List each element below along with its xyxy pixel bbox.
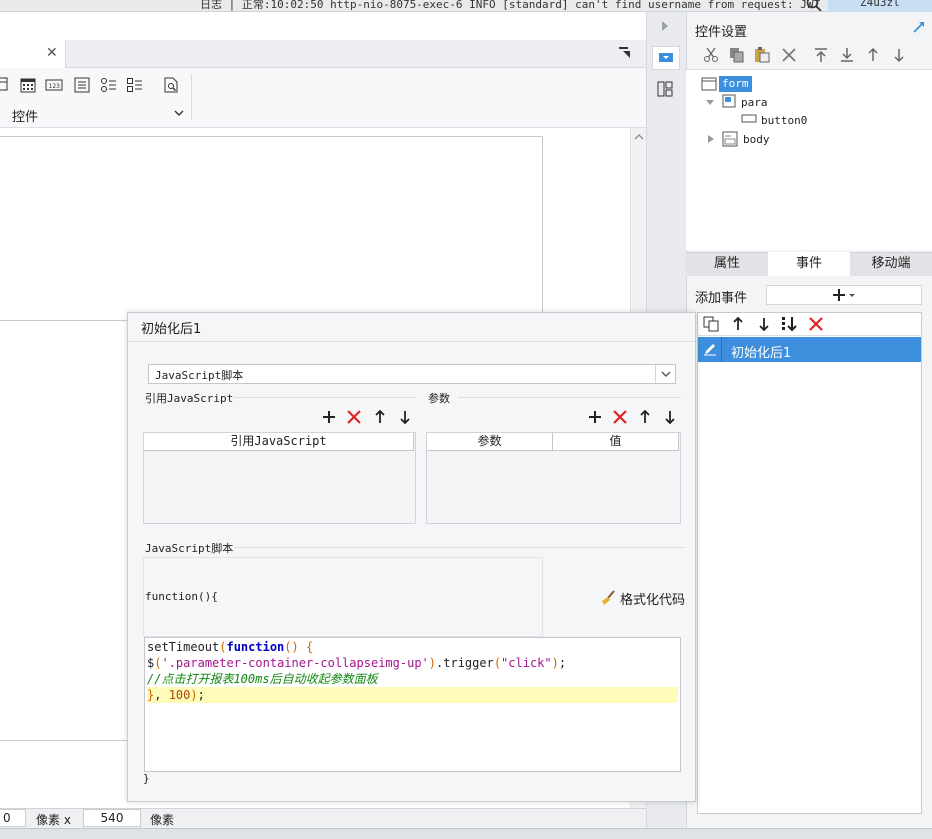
checkbox-group-icon[interactable]: [126, 76, 144, 94]
code-line-current: }, 100);: [147, 687, 678, 703]
ref-js-section-label: 引用JavaScript: [145, 392, 234, 405]
script-type-select[interactable]: JavaScript脚本: [148, 364, 676, 384]
broom-icon: [600, 590, 616, 606]
tree-node-button0[interactable]: button0: [761, 114, 807, 127]
params-table[interactable]: 参数 值: [426, 432, 681, 524]
code-editor[interactable]: setTimeout(function() { $('.parameter-co…: [144, 637, 681, 772]
cut-icon[interactable]: [703, 47, 719, 63]
param-up-icon[interactable]: [638, 410, 652, 424]
widget-settings-toggle[interactable]: [652, 46, 680, 70]
editor-tab-strip: [0, 40, 646, 68]
section-line: [458, 397, 681, 398]
move-bottom-icon[interactable]: [839, 47, 855, 63]
format-code-button[interactable]: 格式化代码: [600, 589, 685, 608]
param-name-column-header: 参数: [427, 433, 553, 451]
user-name: Z4u3zl: [860, 0, 900, 9]
event-item-selected[interactable]: 初始化后1: [698, 337, 921, 362]
number-field-icon[interactable]: 123: [45, 76, 63, 94]
chevron-down-icon[interactable]: [174, 108, 184, 118]
toolbar-separator: [191, 74, 192, 120]
event-list: [697, 312, 922, 814]
tab-menu-icon[interactable]: [618, 45, 632, 59]
ref-js-down-icon[interactable]: [398, 410, 412, 424]
dialog-title: 初始化后1: [141, 322, 202, 337]
script-section-label: JavaScript脚本: [145, 542, 234, 555]
chevron-down-icon[interactable]: [655, 365, 675, 383]
file-preview-icon[interactable]: [162, 76, 180, 94]
delete-param-icon[interactable]: [613, 410, 627, 424]
delete-event-icon[interactable]: [808, 316, 824, 332]
function-open: function(){: [145, 590, 218, 603]
dialog-title-divider: [128, 341, 695, 342]
log-bar: 日志 | 正常:10:02:50 http-nio-8075-exec-6 IN…: [0, 0, 828, 12]
event-down-icon[interactable]: [756, 316, 772, 332]
body-node-icon: [722, 131, 738, 147]
collapse-arrow-icon[interactable]: [660, 19, 670, 33]
widget-icon[interactable]: [0, 76, 12, 94]
param-value-column-header: 值: [553, 433, 679, 451]
ref-js-up-icon[interactable]: [373, 410, 387, 424]
tab-mobile[interactable]: 移动端: [850, 252, 932, 276]
param-down-icon[interactable]: [663, 410, 677, 424]
panel-title: 控件设置: [695, 25, 748, 40]
ref-js-table[interactable]: 引用JavaScript: [143, 432, 416, 524]
user-badge[interactable]: Z4u3zl: [828, 0, 932, 12]
ref-js-column-header: 引用JavaScript: [144, 433, 414, 451]
pin-icon[interactable]: [912, 20, 926, 34]
event-item-label: 初始化后1: [731, 346, 792, 361]
height-input[interactable]: 540: [83, 809, 141, 827]
width-unit-label: 像素 x: [36, 813, 71, 827]
paste-icon[interactable]: [754, 47, 770, 63]
canvas-parameter-block[interactable]: [0, 136, 543, 202]
search-icon[interactable]: [806, 0, 822, 11]
tab-properties[interactable]: 属性: [686, 252, 768, 276]
function-close: }: [143, 772, 150, 785]
editor-toolbar: [0, 68, 646, 128]
delete-ref-js-icon[interactable]: [347, 410, 361, 424]
tree-node-form[interactable]: form: [719, 76, 752, 92]
para-node-icon: [722, 94, 736, 108]
move-down-icon[interactable]: [891, 47, 907, 63]
edit-icon[interactable]: [703, 342, 717, 356]
list-field-icon[interactable]: [73, 76, 91, 94]
svg-text:123: 123: [49, 83, 61, 90]
canvas-body-block[interactable]: [0, 201, 543, 321]
radio-group-icon[interactable]: [100, 76, 118, 94]
expand-arrow-icon[interactable]: [705, 97, 715, 107]
event-up-icon[interactable]: [730, 316, 746, 332]
calendar-icon[interactable]: [19, 76, 37, 94]
move-top-icon[interactable]: [813, 47, 829, 63]
layout-icon[interactable]: [656, 80, 674, 98]
button-node-icon: [741, 114, 757, 124]
tree-node-para[interactable]: para: [741, 96, 768, 109]
os-taskbar: [0, 828, 932, 839]
collapsed-arrow-icon[interactable]: [707, 134, 715, 144]
canvas-divider: [0, 740, 128, 741]
params-section-label: 参数: [428, 392, 450, 405]
code-line: setTimeout(function() {: [147, 640, 314, 654]
code-line: $('.parameter-container-collapseimg-up')…: [147, 656, 567, 670]
add-param-icon[interactable]: [588, 410, 602, 424]
section-line: [234, 397, 416, 398]
add-ref-js-icon[interactable]: [322, 410, 336, 424]
height-unit-label: 像素: [150, 813, 175, 827]
tree-node-body[interactable]: body: [743, 133, 770, 146]
event-to-bottom-icon[interactable]: [781, 315, 799, 333]
copy-event-icon[interactable]: [703, 316, 719, 332]
widget-group-label[interactable]: 控件: [12, 106, 38, 125]
copy-icon[interactable]: [729, 47, 745, 63]
section-line: [234, 547, 684, 548]
move-up-icon[interactable]: [865, 47, 881, 63]
tab-events[interactable]: 事件: [768, 252, 850, 276]
code-line: //点击打开报表100ms后自动收起参数面板: [147, 672, 378, 686]
add-event-label: 添加事件: [695, 291, 748, 306]
close-tab-icon[interactable]: ✕: [46, 45, 58, 61]
log-message: 日志 | 正常:10:02:50 http-nio-8075-exec-6 IN…: [200, 0, 828, 11]
add-event-dropdown[interactable]: [766, 285, 922, 305]
delete-widget-icon[interactable]: [781, 47, 797, 63]
width-input[interactable]: 0: [0, 809, 26, 827]
form-node-icon: [701, 76, 717, 92]
